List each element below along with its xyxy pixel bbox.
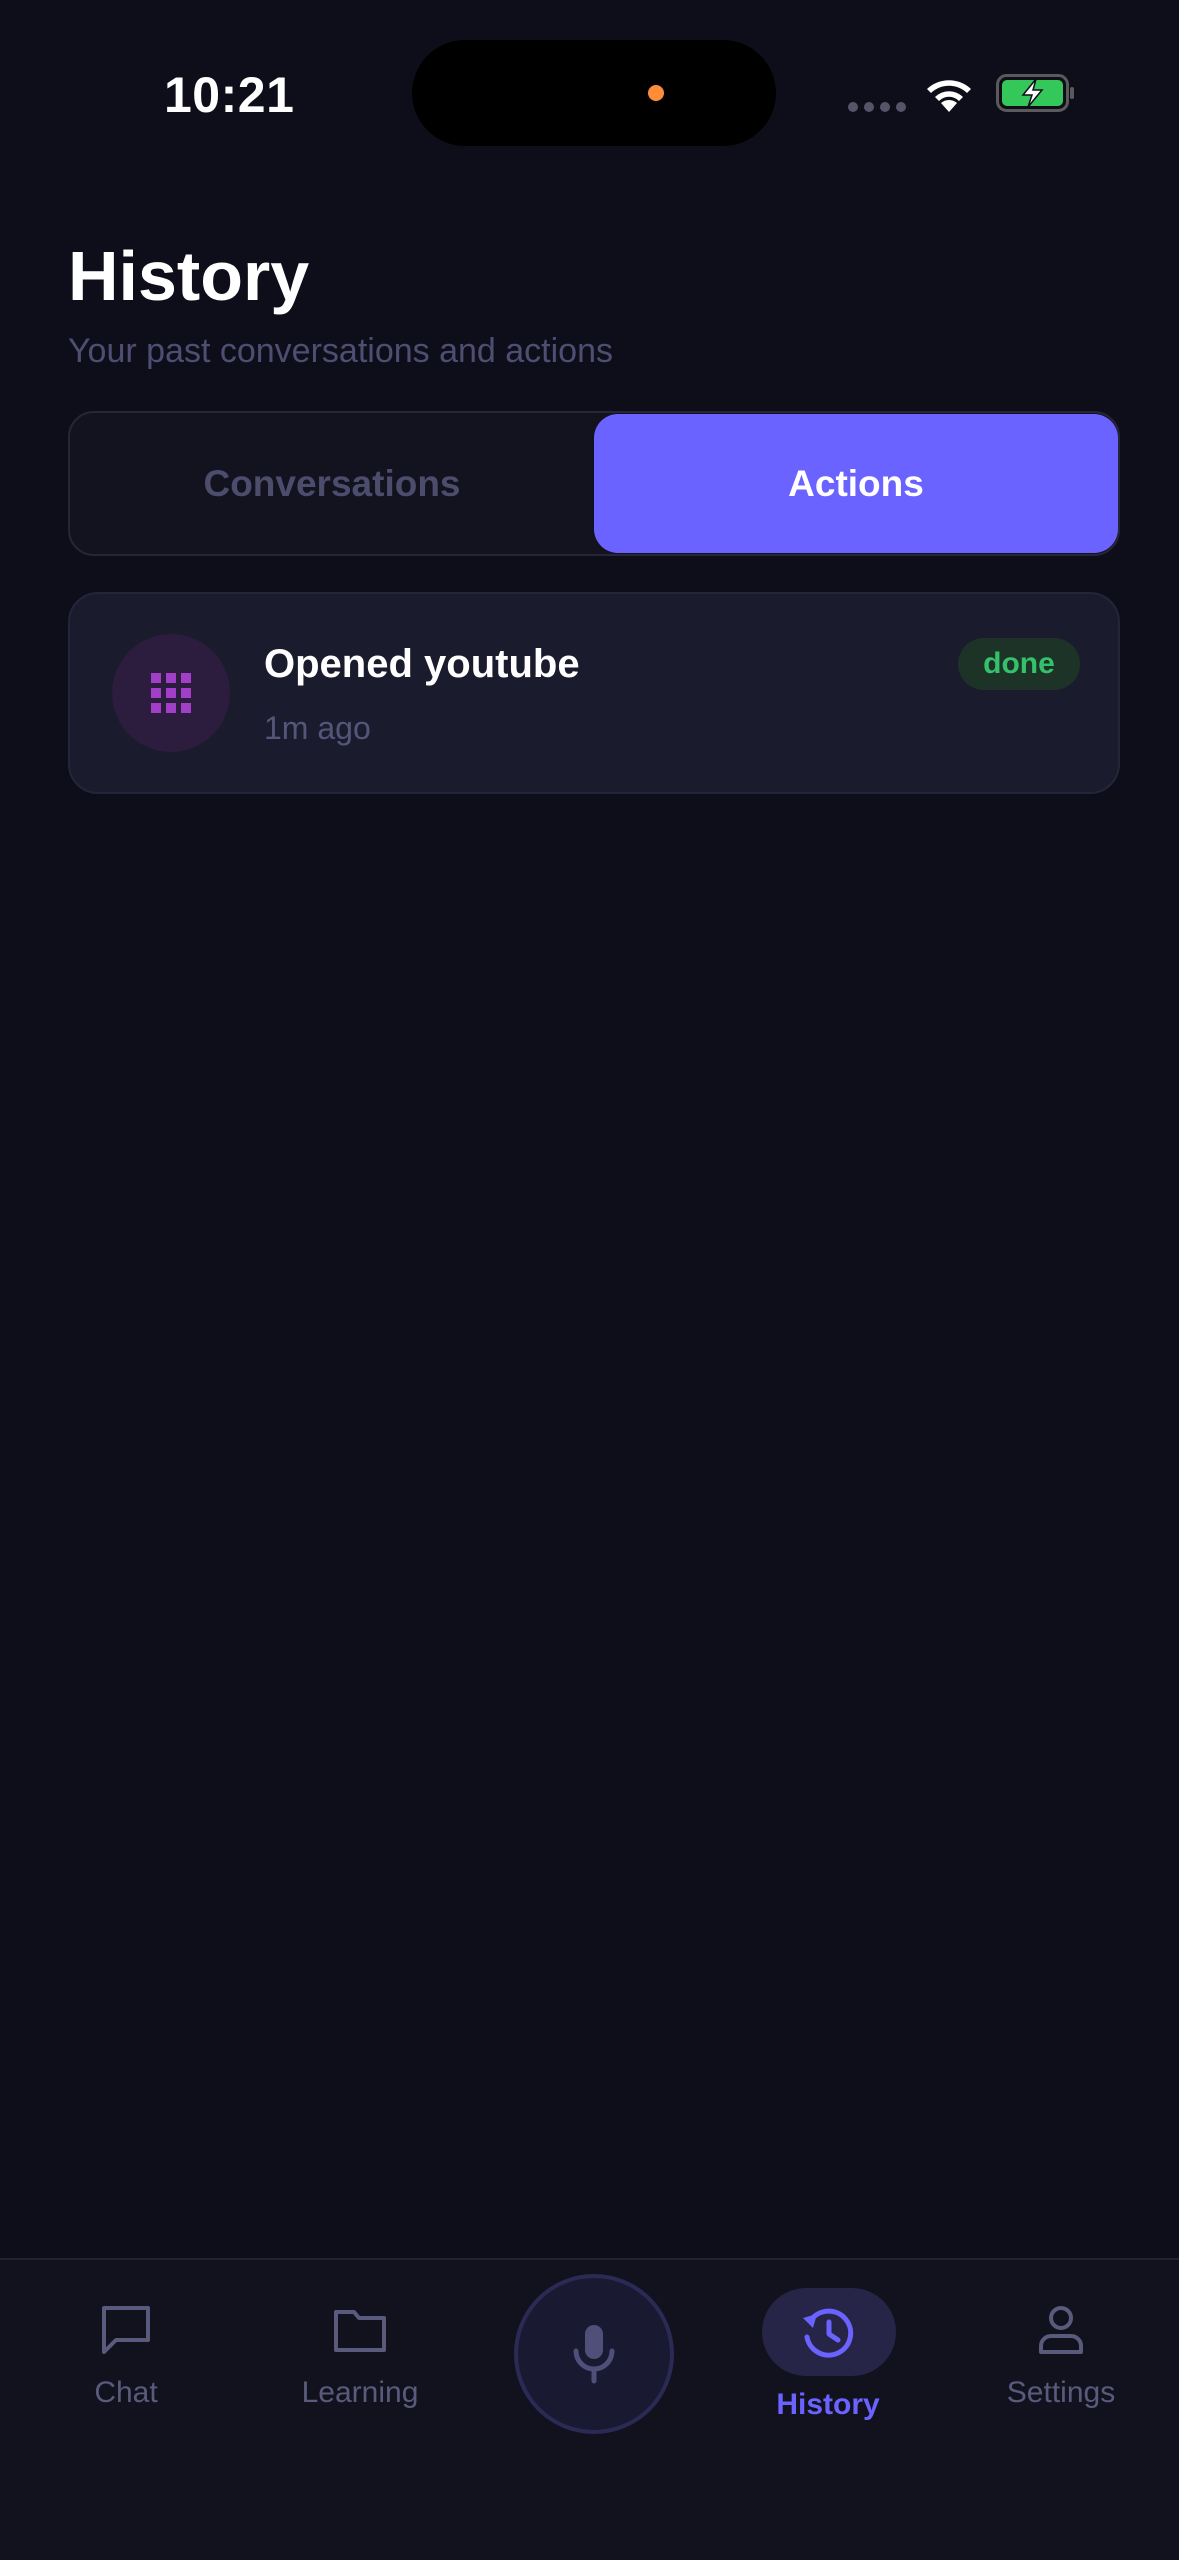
wifi-icon — [927, 80, 971, 112]
action-list-item[interactable]: Opened youtube 1m ago done — [68, 592, 1120, 794]
person-icon — [1039, 2306, 1083, 2354]
action-timestamp: 1m ago — [264, 710, 371, 746]
status-badge: done — [958, 638, 1080, 690]
history-tabs: Conversations Actions — [68, 411, 1120, 556]
battery-charging-icon — [996, 74, 1074, 112]
dynamic-island — [412, 40, 776, 146]
nav-label-chat: Chat — [94, 2376, 158, 2409]
nav-label-history: History — [776, 2388, 880, 2421]
tab-conversations[interactable]: Conversations — [70, 413, 594, 554]
bottom-nav: Chat Learning History Settings — [0, 2258, 1179, 2560]
tab-actions[interactable]: Actions — [594, 414, 1118, 553]
action-title: Opened youtube — [264, 642, 580, 686]
cellular-signal-icon — [848, 102, 906, 112]
page-title: History — [68, 237, 310, 315]
nav-label-learning: Learning — [301, 2376, 419, 2409]
folder-icon — [334, 2310, 386, 2352]
history-clock-icon — [803, 2308, 854, 2358]
status-time: 10:21 — [164, 67, 295, 123]
page-subtitle: Your past conversations and actions — [68, 332, 613, 370]
action-icon-container — [112, 634, 230, 752]
recording-indicator-dot — [648, 85, 664, 101]
nav-label-settings: Settings — [1006, 2376, 1116, 2409]
chat-bubble-icon — [102, 2306, 150, 2354]
history-screen: 10:21 History Your past conversations an… — [0, 0, 1179, 2560]
microphone-icon — [573, 2325, 615, 2384]
app-grid-icon — [151, 673, 191, 713]
status-bar: 10:21 — [0, 0, 1179, 190]
microphone-button[interactable] — [514, 2274, 674, 2434]
